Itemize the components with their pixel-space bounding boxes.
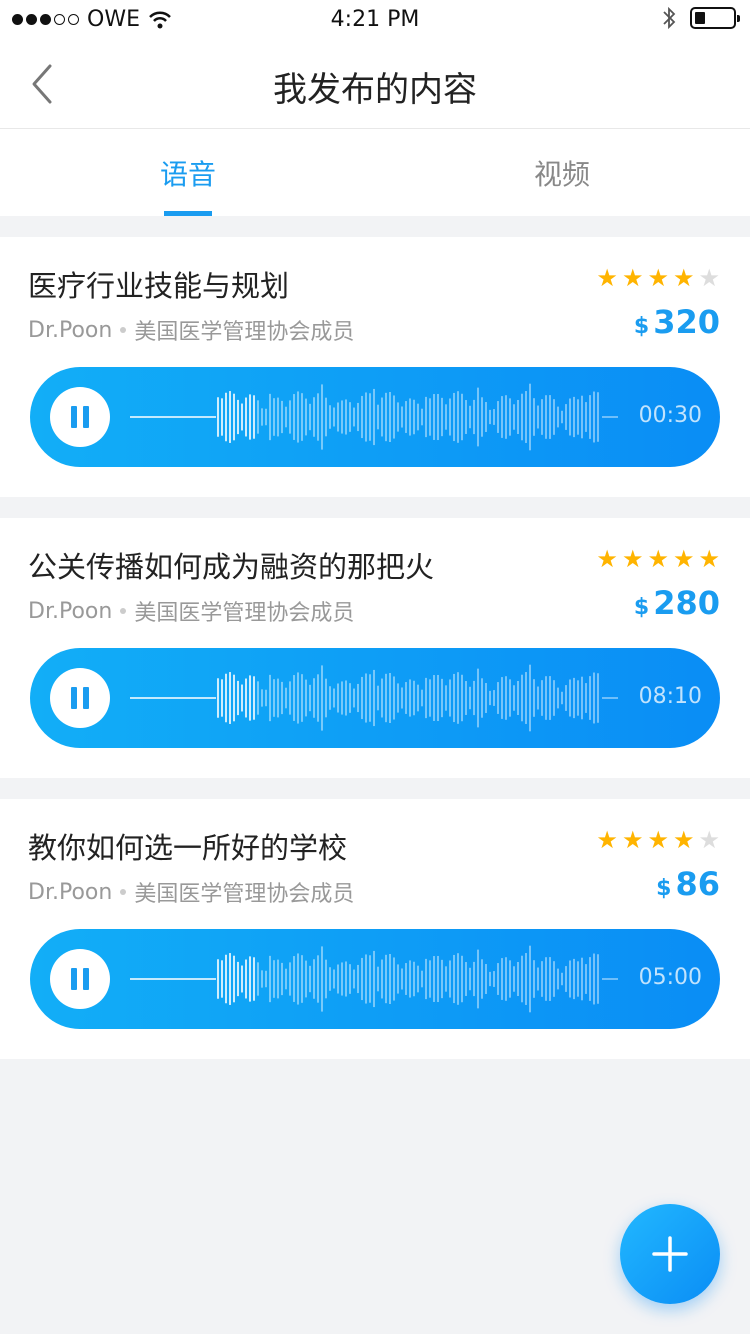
audio-duration: 00:30 bbox=[638, 403, 702, 428]
rating-stars: ★ ★ ★ ★ ★ bbox=[596, 264, 720, 292]
star-icon: ★ bbox=[596, 826, 618, 854]
star-empty-icon: ★ bbox=[698, 264, 720, 292]
item-meta: Dr.Poon 美国医学管理协会成员 bbox=[28, 595, 354, 627]
tab-audio[interactable]: 语音 bbox=[88, 153, 288, 193]
author-org: 美国医学管理协会成员 bbox=[134, 320, 355, 345]
pause-icon bbox=[71, 968, 77, 990]
star-icon: ★ bbox=[647, 264, 669, 292]
author-name: Dr.Poon bbox=[28, 879, 113, 905]
star-icon: ★ bbox=[647, 545, 669, 573]
star-icon: ★ bbox=[672, 826, 695, 854]
plus-icon bbox=[652, 1236, 688, 1272]
star-icon: ★ bbox=[672, 545, 695, 573]
price-value: 280 bbox=[653, 584, 720, 622]
waveform[interactable] bbox=[130, 939, 620, 1019]
pause-icon-bar bbox=[83, 968, 89, 990]
star-icon: ★ bbox=[621, 545, 644, 573]
star-icon: ★ bbox=[621, 264, 644, 292]
audio-player[interactable]: 00:30 bbox=[30, 367, 720, 467]
status-right bbox=[662, 6, 740, 30]
audio-player[interactable]: 05:00 bbox=[30, 929, 720, 1029]
pause-icon bbox=[71, 406, 77, 428]
item-title: 公关传播如何成为融资的那把火 bbox=[28, 550, 435, 584]
rating-stars: ★ ★ ★ ★ ★ bbox=[596, 826, 720, 854]
item-meta: Dr.Poon 美国医学管理协会成员 bbox=[28, 876, 354, 908]
content-card[interactable]: 公关传播如何成为融资的那把火 ★ ★ ★ ★ ★ Dr.Poon 美国医学管理协… bbox=[0, 518, 750, 778]
star-icon: ★ bbox=[672, 264, 695, 292]
price: $ 320 bbox=[634, 303, 720, 341]
star-empty-icon: ★ bbox=[698, 826, 720, 854]
waveform[interactable] bbox=[130, 658, 620, 738]
currency-symbol: $ bbox=[633, 314, 650, 339]
content-card[interactable]: 医疗行业技能与规划 ★ ★ ★ ★ ★ Dr.Poon 美国医学管理协会成员 $… bbox=[0, 237, 750, 497]
item-title: 教你如何选一所好的学校 bbox=[28, 831, 348, 865]
separator-dot bbox=[120, 608, 127, 614]
pause-icon-bar bbox=[83, 406, 89, 428]
star-icon: ★ bbox=[698, 545, 720, 573]
item-meta: Dr.Poon 美国医学管理协会成员 bbox=[28, 314, 354, 346]
bluetooth-icon bbox=[663, 6, 676, 30]
pause-button[interactable] bbox=[50, 949, 110, 1009]
pause-button[interactable] bbox=[50, 387, 110, 447]
currency-symbol: $ bbox=[656, 876, 672, 901]
price-value: 86 bbox=[675, 865, 720, 903]
star-icon: ★ bbox=[596, 545, 618, 573]
pause-button[interactable] bbox=[50, 668, 110, 728]
author-org: 美国医学管理协会成员 bbox=[134, 882, 355, 907]
pause-icon bbox=[71, 687, 77, 709]
currency-symbol: $ bbox=[633, 595, 650, 620]
price: $ 86 bbox=[656, 865, 720, 903]
audio-duration: 08:10 bbox=[638, 684, 702, 709]
audio-duration: 05:00 bbox=[638, 965, 702, 990]
pause-icon-bar bbox=[83, 687, 89, 709]
waveform[interactable] bbox=[130, 377, 620, 457]
nav-bar: 我发布的内容 bbox=[0, 40, 750, 129]
battery-icon bbox=[690, 7, 740, 29]
price: $ 280 bbox=[634, 584, 720, 622]
rating-stars: ★ ★ ★ ★ ★ bbox=[596, 545, 720, 573]
tab-bar: 语音 视频 bbox=[0, 129, 750, 216]
content-card[interactable]: 教你如何选一所好的学校 ★ ★ ★ ★ ★ Dr.Poon 美国医学管理协会成员… bbox=[0, 799, 750, 1059]
separator-dot bbox=[120, 327, 127, 333]
author-name: Dr.Poon bbox=[28, 598, 113, 624]
audio-player[interactable]: 08:10 bbox=[30, 648, 720, 748]
status-time: 4:21 PM bbox=[330, 7, 420, 32]
status-bar: OWE 4:21 PM bbox=[0, 0, 750, 40]
tab-video[interactable]: 视频 bbox=[462, 153, 662, 193]
item-title: 医疗行业技能与规划 bbox=[28, 269, 290, 303]
separator-dot bbox=[120, 889, 127, 895]
star-icon: ★ bbox=[596, 264, 618, 292]
tab-indicator bbox=[164, 211, 212, 216]
author-name: Dr.Poon bbox=[28, 317, 113, 343]
price-value: 320 bbox=[653, 303, 720, 341]
author-org: 美国医学管理协会成员 bbox=[134, 601, 355, 626]
star-icon: ★ bbox=[647, 826, 669, 854]
add-button[interactable] bbox=[620, 1204, 720, 1304]
star-icon: ★ bbox=[621, 826, 644, 854]
page-title: 我发布的内容 bbox=[273, 70, 477, 110]
